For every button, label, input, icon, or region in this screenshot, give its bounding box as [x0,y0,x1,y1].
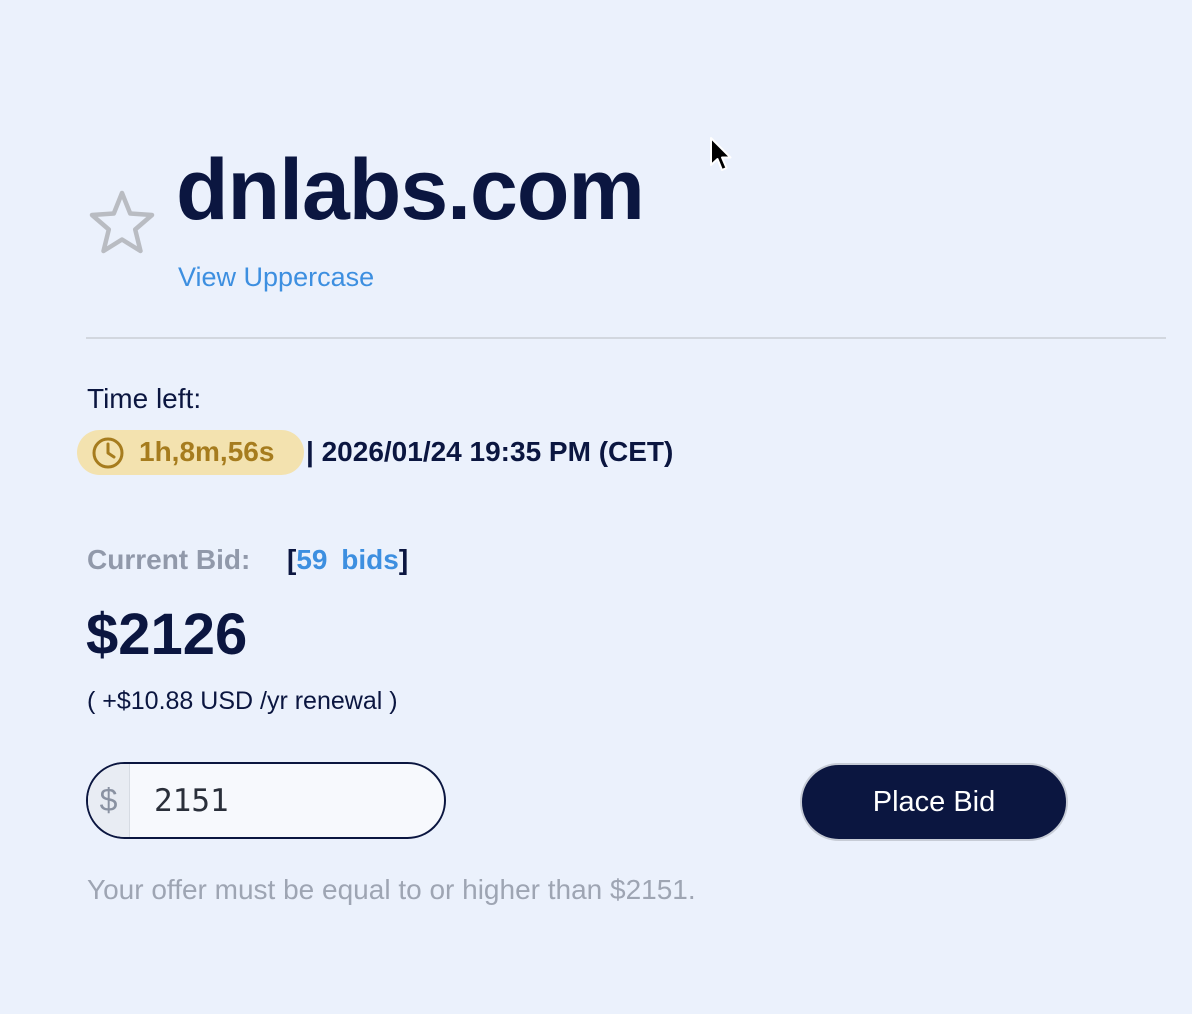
currency-prefix: $ [88,764,130,837]
bids-close-bracket: ] [398,544,409,575]
domain-title: dnlabs.com [176,142,645,238]
clock-icon [90,435,126,471]
countdown-text: 1h,8m,56s [139,436,275,467]
bids-count-group: [59 bids] [287,542,408,578]
current-bid-label: Current Bid: [87,544,251,575]
auction-end-time: | 2026/01/24 19:35 PM (CET) [306,436,674,467]
bid-input-group: $ [86,762,446,839]
current-bid-amount: $2126 [86,602,248,667]
renewal-note: ( +$10.88 USD /yr renewal ) [87,687,398,715]
section-divider [86,337,1166,339]
view-uppercase-link[interactable]: View Uppercase [178,260,374,294]
place-bid-button[interactable]: Place Bid [800,763,1068,841]
favorite-star-icon[interactable] [86,188,158,260]
time-left-label: Time left: [87,383,202,414]
bids-count-link[interactable]: 59 bids [296,544,398,575]
min-offer-note: Your offer must be equal to or higher th… [87,874,696,905]
mouse-pointer-icon [708,136,734,174]
bid-amount-input[interactable] [130,764,440,837]
bids-open-bracket: [ [287,544,297,575]
